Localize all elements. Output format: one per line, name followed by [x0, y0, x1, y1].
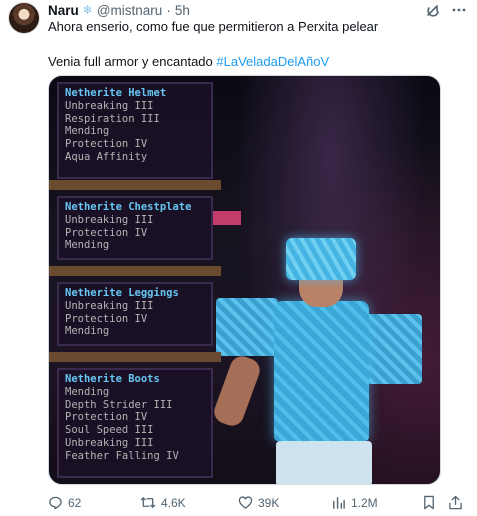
armor-helmet	[286, 238, 356, 280]
enchant-line: Unbreaking III	[65, 436, 154, 449]
avatar[interactable]	[8, 2, 40, 34]
views-count: 1.2M	[351, 495, 378, 510]
repost-count: 4.6K	[161, 495, 186, 510]
hashtag-link[interactable]: #LaVeladaDelAñoV	[216, 54, 329, 69]
enchant-panel-leggings: Netherite Leggings Unbreaking III Protec…	[57, 282, 213, 346]
shoulder-pad-left	[216, 298, 278, 356]
repost-icon	[140, 495, 156, 510]
like-button[interactable]: 39K	[238, 495, 279, 510]
share-button[interactable]	[448, 495, 463, 510]
like-count: 39K	[258, 495, 280, 510]
enchant-line: Feather Falling IV	[65, 449, 179, 462]
panel-title: Netherite Helmet	[65, 87, 167, 99]
tweet-text-line2: Venia full armor y encantado #LaVeladaDe…	[48, 54, 329, 70]
divider	[49, 352, 221, 362]
shorts	[276, 441, 372, 484]
reply-count: 62	[68, 495, 82, 510]
enchant-line: Protection IV	[65, 138, 148, 151]
enchant-line: Unbreaking III	[65, 99, 154, 112]
separator: ·	[166, 2, 171, 18]
tweet-image[interactable]: Netherite Helmet Unbreaking III Respirat…	[48, 75, 441, 485]
author-handle[interactable]: @mistnaru	[97, 3, 162, 18]
enchant-line: Aqua Affinity	[65, 150, 148, 163]
bookmark-button[interactable]	[422, 495, 436, 510]
arm	[210, 352, 264, 430]
enchant-panel-chestplate: Netherite Chestplate Unbreaking III Prot…	[57, 196, 213, 260]
share-icon	[448, 495, 463, 510]
tweet[interactable]: Naru ❄ @mistnaru · 5h Ahora enserio, com…	[0, 0, 477, 516]
reply-button[interactable]: 62	[48, 495, 81, 510]
enchant-line: Depth Strider III	[65, 398, 173, 411]
bookmark-icon	[422, 495, 436, 510]
armor-chestplate	[274, 301, 369, 441]
author-name[interactable]: Naru	[48, 3, 79, 18]
grok-icon[interactable]	[425, 2, 441, 18]
views-icon	[331, 495, 346, 510]
panel-title: Netherite Chestplate	[65, 201, 192, 213]
header-actions	[425, 2, 467, 18]
enchant-line: Unbreaking III	[65, 299, 154, 312]
tweet-header: Naru ❄ @mistnaru · 5h	[48, 2, 190, 18]
snowflake-icon: ❄	[82, 3, 93, 17]
enchant-line: Mending	[65, 125, 110, 138]
heart-icon	[238, 495, 253, 510]
action-bar: 62 4.6K 39K 1.2M	[48, 495, 468, 511]
shoulder-pad-right	[364, 314, 422, 384]
tweet-text-line1: Ahora enserio, como fue que permitieron …	[48, 19, 379, 34]
reply-icon	[48, 495, 63, 510]
tweet-text-prefix: Venia full armor y encantado	[48, 54, 217, 69]
divider	[49, 180, 221, 190]
views-button[interactable]: 1.2M	[331, 495, 378, 510]
repost-button[interactable]: 4.6K	[140, 495, 186, 510]
divider	[49, 266, 221, 276]
enchant-line: Protection IV	[65, 312, 148, 325]
costumed-person	[210, 156, 424, 484]
enchant-line: Mending	[65, 385, 110, 398]
panel-title: Netherite Boots	[65, 373, 160, 385]
enchant-line: Unbreaking III	[65, 213, 154, 226]
enchant-line: Mending	[65, 239, 110, 252]
enchant-line: Protection IV	[65, 226, 148, 239]
timestamp[interactable]: 5h	[175, 3, 190, 18]
enchant-line: Respiration III	[65, 112, 160, 125]
more-options-icon[interactable]	[451, 2, 467, 18]
enchant-line: Soul Speed III	[65, 424, 154, 437]
panel-title: Netherite Leggings	[65, 287, 179, 299]
enchant-panel-boots: Netherite Boots Mending Depth Strider II…	[57, 368, 213, 478]
enchant-line: Mending	[65, 325, 110, 338]
enchant-panel-helmet: Netherite Helmet Unbreaking III Respirat…	[57, 82, 213, 179]
enchant-line: Protection IV	[65, 411, 148, 424]
